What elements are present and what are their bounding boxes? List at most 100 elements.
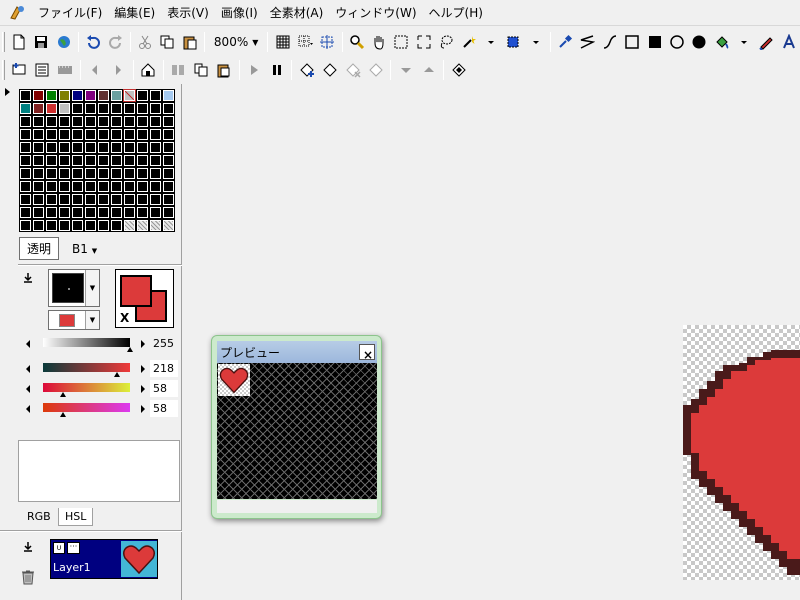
palette-swatch[interactable] (33, 207, 44, 218)
palette-swatch[interactable] (137, 181, 148, 192)
prev-frame-button[interactable] (85, 59, 106, 81)
palette-swatch[interactable] (72, 103, 83, 114)
palette-swatch[interactable] (150, 90, 161, 101)
palette-swatch[interactable] (72, 207, 83, 218)
text-tool-button[interactable] (779, 31, 799, 53)
palette-swatch[interactable] (150, 181, 161, 192)
grid-options-button[interactable] (295, 31, 315, 53)
palette-swatch[interactable] (150, 116, 161, 127)
gray-slider-thumb[interactable] (127, 347, 133, 352)
hand-tool-button[interactable] (369, 31, 389, 53)
palette-swatch[interactable] (20, 181, 31, 192)
palette-swatch[interactable] (46, 103, 57, 114)
pause-button[interactable] (266, 59, 287, 81)
tile-settings-button[interactable] (448, 59, 469, 81)
palette-swatch[interactable] (124, 116, 135, 127)
move-up-button[interactable] (418, 59, 439, 81)
palette-swatch[interactable] (46, 155, 57, 166)
palette-swatch[interactable] (163, 129, 174, 140)
palette-swatch[interactable] (72, 194, 83, 205)
green-slider-thumb[interactable] (60, 392, 66, 397)
palette-swatch[interactable] (72, 90, 83, 101)
menu-file[interactable]: ファイル(F) (32, 2, 108, 24)
frame-settings-button[interactable] (138, 59, 159, 81)
palette-swatch[interactable] (85, 155, 96, 166)
palette-swatch[interactable] (98, 207, 109, 218)
green-value[interactable]: 58 (150, 380, 178, 397)
palette-swatch[interactable] (72, 142, 83, 153)
palette-swatch[interactable] (33, 181, 44, 192)
palette-swatch[interactable] (59, 181, 70, 192)
preview-title-bar[interactable]: プレビュー × (217, 341, 377, 363)
palette-swatch[interactable] (98, 155, 109, 166)
palette-swatch[interactable] (163, 168, 174, 179)
layer-properties-button[interactable] (32, 59, 53, 81)
palette-swatch[interactable] (137, 90, 148, 101)
palette-swatch[interactable] (33, 116, 44, 127)
main-color-picker[interactable]: ▼ (48, 269, 100, 307)
palette-swatch[interactable] (163, 194, 174, 205)
palette-swatch[interactable] (163, 142, 174, 153)
color-select-options-button[interactable] (526, 31, 546, 53)
line-tool-button[interactable] (577, 31, 597, 53)
web-button[interactable] (54, 31, 74, 53)
palette-swatch[interactable] (85, 220, 96, 231)
palette-swatch[interactable] (123, 89, 136, 102)
palette-swatch[interactable] (111, 103, 122, 114)
palette-swatch[interactable] (59, 207, 70, 218)
palette-swatch[interactable] (33, 220, 44, 231)
filled-rectangle-button[interactable] (644, 31, 664, 53)
app-icon[interactable] (8, 4, 26, 22)
palette-swatch[interactable] (124, 103, 135, 114)
download-icon[interactable] (22, 541, 34, 553)
palette-swatch[interactable] (150, 129, 161, 140)
palette-swatch[interactable] (111, 116, 122, 127)
palette-swatch[interactable] (46, 142, 57, 153)
paste-button[interactable] (180, 31, 200, 53)
redo-button[interactable] (105, 31, 125, 53)
curve-tool-button[interactable] (600, 31, 620, 53)
palette-swatch[interactable] (46, 129, 57, 140)
undo-button[interactable] (83, 31, 103, 53)
palette-swatch[interactable] (59, 116, 70, 127)
arrow-left-icon[interactable] (26, 385, 30, 393)
sub-color-picker[interactable]: ▼ (48, 310, 100, 330)
palette-swatch[interactable] (137, 129, 148, 140)
palette-swatch[interactable] (85, 181, 96, 192)
palette-swatch[interactable] (137, 142, 148, 153)
palette-swatch[interactable] (20, 220, 31, 231)
filled-ellipse-button[interactable] (689, 31, 709, 53)
palette-swatch[interactable] (163, 181, 174, 192)
palette-swatch[interactable] (124, 220, 135, 231)
palette-swatch[interactable] (72, 181, 83, 192)
grid-button[interactable] (272, 31, 292, 53)
eraser-tool-button[interactable] (756, 31, 776, 53)
palette-swatch[interactable] (137, 116, 148, 127)
menu-view[interactable]: 表示(V) (161, 2, 215, 24)
palette-swatch[interactable] (137, 207, 148, 218)
palette-swatch[interactable] (163, 207, 174, 218)
palette-swatch[interactable] (124, 142, 135, 153)
palette-swatch[interactable] (111, 155, 122, 166)
wand-options-button[interactable] (481, 31, 501, 53)
palette-swatch[interactable] (163, 103, 174, 114)
menu-image[interactable]: 画像(I) (215, 2, 264, 24)
arrow-left-icon[interactable] (26, 365, 30, 373)
palette-swatch[interactable] (59, 155, 70, 166)
palette-swatch[interactable] (46, 90, 57, 101)
lasso-button[interactable] (436, 31, 456, 53)
menu-help[interactable]: ヘルプ(H) (423, 2, 489, 24)
color-palette[interactable] (19, 89, 175, 232)
arrow-left-icon[interactable] (26, 405, 30, 413)
green-slider[interactable] (43, 383, 130, 392)
palette-swatch[interactable] (111, 181, 122, 192)
palette-swatch[interactable] (98, 168, 109, 179)
gray-slider[interactable] (43, 338, 130, 347)
palette-swatch[interactable] (20, 129, 31, 140)
palette-swatch[interactable] (111, 90, 122, 101)
palette-swatch[interactable] (137, 103, 148, 114)
palette-swatch[interactable] (33, 168, 44, 179)
palette-swatch[interactable] (85, 168, 96, 179)
palette-swatch[interactable] (59, 168, 70, 179)
blue-slider-thumb[interactable] (60, 412, 66, 417)
